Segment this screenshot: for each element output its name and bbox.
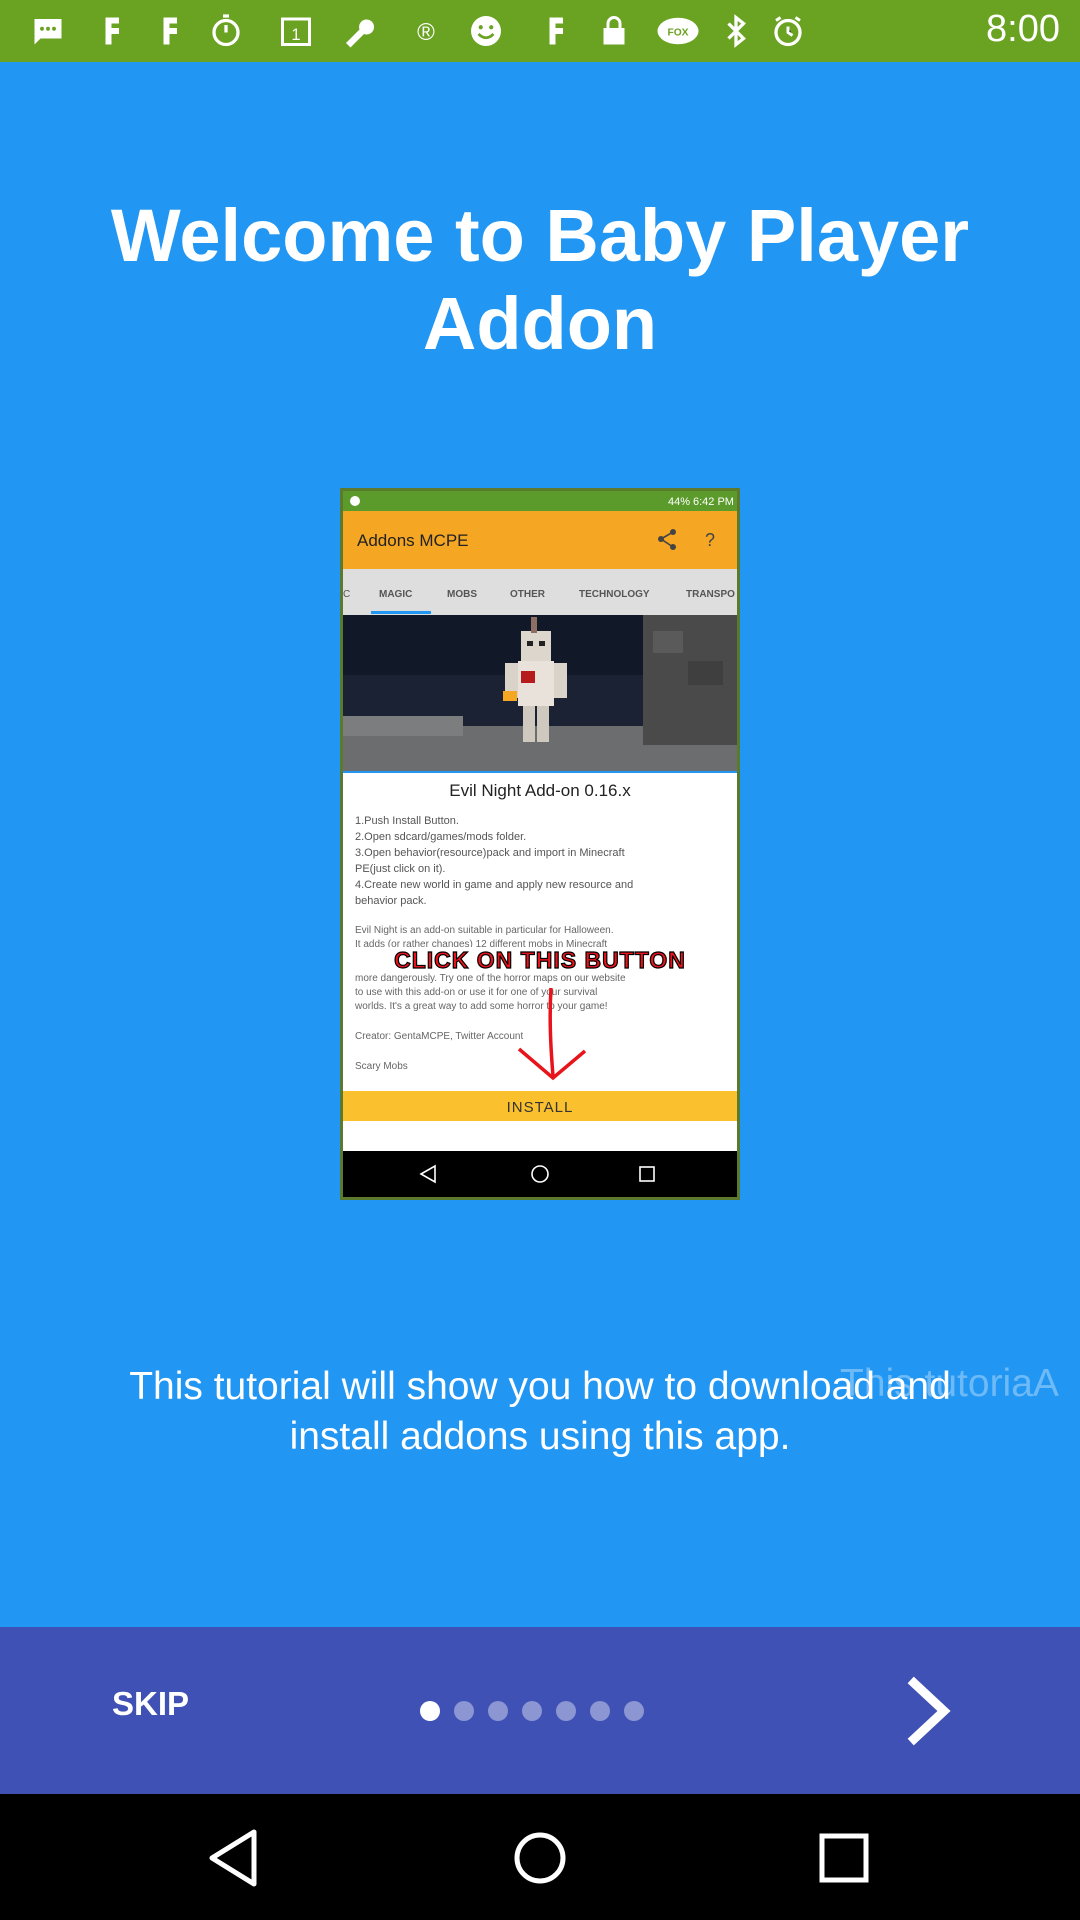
preview-step: 1.Push Install Button. [355,815,459,827]
preview-toolbar-title: Addons MCPE [357,531,469,550]
status-time: 8:00 [986,8,1060,50]
page-dot-active [420,1701,440,1721]
fox-icon: FOX [657,17,699,45]
page-indicator [420,1699,650,1723]
bluetooth-icon [727,14,746,48]
smiley-icon [471,16,501,46]
recents-icon[interactable] [804,1818,884,1898]
preview-description: worlds. It's a great way to add some hor… [354,1001,608,1012]
timer-icon [212,14,240,47]
preview-tab-active: MAGIC [379,589,412,600]
onboarding-bottom-bar: SKIP [0,1627,1080,1794]
chevron-right-icon [907,1676,951,1746]
preview-description: Creator: GentaMCPE, Twitter Account [355,1031,523,1042]
wrench-icon [346,19,375,48]
welcome-title: Welcome to Baby Player Addon [110,194,970,365]
preview-tab: C [343,589,350,600]
preview-step: behavior pack. [355,895,427,907]
page-dot [624,1701,644,1721]
facebook-icon [105,17,119,45]
preview-tab: TECHNOLOGY [579,589,650,600]
preview-description: Evil Night is an add-on suitable in part… [355,925,613,936]
page-dot [590,1701,610,1721]
status-bar: 1 ® FOX 8:00 [0,0,1080,62]
alarm-icon [774,16,802,47]
skip-button[interactable]: SKIP [112,1685,189,1723]
preview-description: to use with this add-on or use it for on… [355,987,597,998]
preview-status-time: 6:42 PM [693,496,734,508]
home-icon[interactable] [500,1818,580,1898]
preview-tab: TRANSPO [686,589,735,600]
preview-step: 2.Open sdcard/games/mods folder. [355,831,526,843]
preview-step: 3.Open behavior(resource)pack and import… [355,847,625,859]
message-icon [34,19,62,45]
page-dot [488,1701,508,1721]
system-navigation-bar [0,1794,1080,1920]
svg-text:®: ® [417,19,435,46]
preview-step: 4.Create new world in game and apply new… [355,879,633,891]
preview-install-label: INSTALL [507,1099,574,1116]
help-icon: ? [705,530,715,550]
preview-description: more dangerously. Try one of the horror … [355,973,626,984]
app-icon: ® [417,19,435,46]
facebook-icon [549,17,563,45]
svg-text:1: 1 [291,26,300,44]
preview-tab: MOBS [447,589,477,600]
page-dot [522,1701,542,1721]
preview-description: Scary Mobs [355,1061,408,1072]
page-dot [556,1701,576,1721]
calendar-icon: 1 [281,17,311,46]
next-page-caption-peek: This tutoriaA [840,1362,1059,1405]
lock-icon [603,16,625,45]
preview-status-percent: 44% [668,496,690,508]
tutorial-screenshot: 44% 6:42 PM Addons MCPE ? C MAGIC MOBS O… [340,488,740,1200]
addon-preview-image [343,615,737,771]
welcome-screen: Welcome to Baby Player Addon 44% 6:42 PM… [0,62,1080,1627]
facebook-icon [163,17,177,45]
callout-text: CLICK ON THIS BUTTON [394,947,686,973]
preview-step: PE(just click on it). [355,863,445,875]
svg-text:FOX: FOX [667,27,688,38]
preview-tab: OTHER [510,589,546,600]
next-button[interactable] [896,1675,966,1747]
page-dot [454,1701,474,1721]
preview-addon-title: Evil Night Add-on 0.16.x [449,781,631,800]
back-icon[interactable] [196,1818,276,1898]
